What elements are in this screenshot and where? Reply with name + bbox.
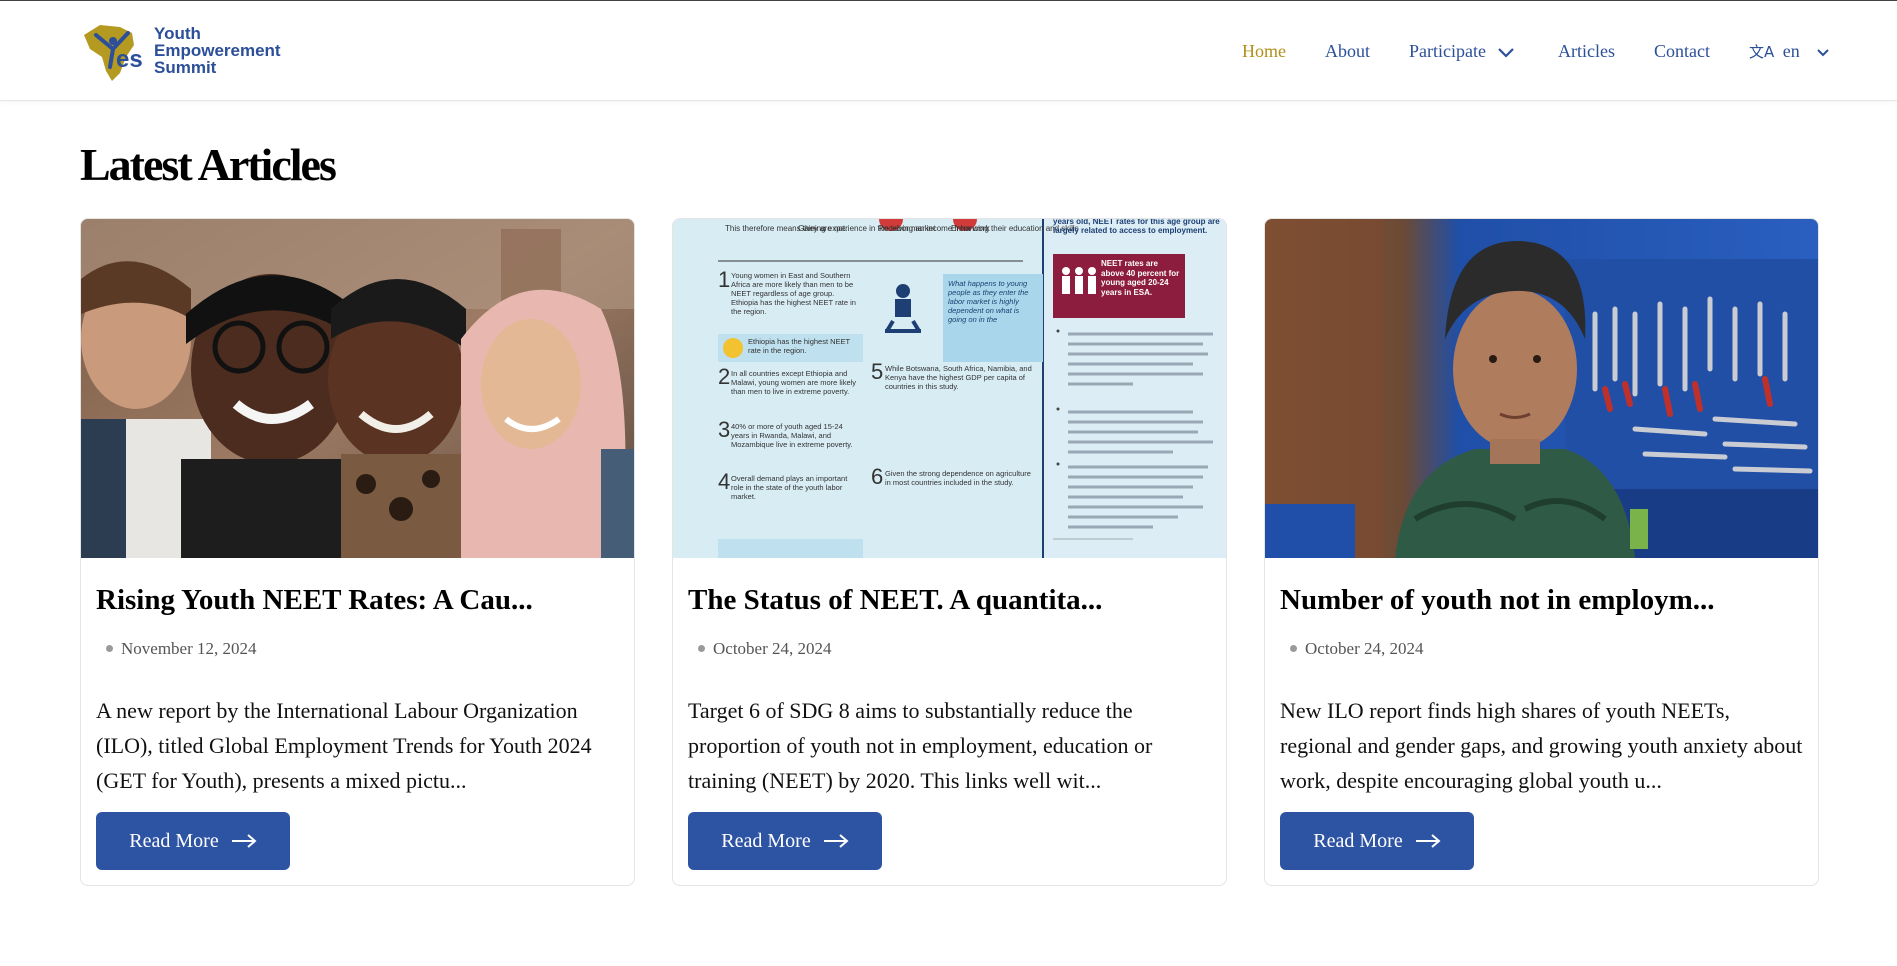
nav-home[interactable]: Home <box>1242 41 1286 62</box>
article-date: October 24, 2024 <box>1290 639 1424 659</box>
date-bullet-icon <box>106 644 113 652</box>
arrow-right-icon <box>823 834 849 848</box>
logo-wordmark: Youth Empowerement Summit <box>154 25 281 76</box>
site-logo[interactable]: es Youth Empowerement Summit <box>80 21 290 83</box>
article-card: This therefore means they are not: Gaini… <box>672 218 1227 886</box>
article-excerpt: Target 6 of SDG 8 aims to substantially … <box>688 698 1153 793</box>
article-card: Rising Youth NEET Rates: A Cau... Novemb… <box>80 218 635 886</box>
svg-text:4: 4 <box>718 469 730 494</box>
nav-about[interactable]: About <box>1325 41 1370 62</box>
language-value: en <box>1782 41 1800 61</box>
read-more-label: Read More <box>1313 829 1403 852</box>
read-more-label: Read More <box>129 829 219 852</box>
svg-text:es: es <box>116 46 143 73</box>
infographic-point-2: In all countries except Ethiopia and Mal… <box>731 369 857 396</box>
article-date: November 12, 2024 <box>106 639 257 659</box>
neet-infographic-image: This therefore means they are not: Gaini… <box>673 219 1226 558</box>
logo-line-1: Youth <box>154 24 201 43</box>
infographic-point-6: Given the strong dependence on agricultu… <box>885 469 1031 487</box>
infographic-point-1: Young women in East and Southern Africa … <box>731 271 856 316</box>
svg-text:5: 5 <box>871 359 883 384</box>
article-excerpt: A new report by the International Labour… <box>96 698 592 793</box>
read-more-button[interactable]: Read More <box>1280 812 1474 870</box>
yes-logo-icon: es <box>84 25 143 81</box>
page-title: Latest Articles <box>80 139 337 190</box>
article-image[interactable] <box>81 219 634 558</box>
infographic-point-5: While Botswana, South Africa, Namibia, a… <box>885 364 1032 391</box>
nav-participate[interactable]: Participate <box>1409 41 1516 62</box>
article-date: October 24, 2024 <box>698 639 832 659</box>
chevron-down-icon <box>1817 49 1829 57</box>
svg-text:6: 6 <box>871 464 883 489</box>
infographic-quote: What happens to young people as they ent… <box>948 279 1029 324</box>
svg-text:1: 1 <box>718 267 730 292</box>
article-title[interactable]: Number of youth not in employm... <box>1280 584 1810 617</box>
arrow-right-icon <box>1415 834 1441 848</box>
article-title[interactable]: Rising Youth NEET Rates: A Cau... <box>96 584 626 617</box>
nav-contact[interactable]: Contact <box>1654 41 1710 62</box>
infographic-point-4: Overall demand plays an important role i… <box>731 474 848 501</box>
site-header: es Youth Empowerement Summit Home About … <box>0 1 1897 101</box>
svg-text:2: 2 <box>718 364 730 389</box>
read-more-button[interactable]: Read More <box>688 812 882 870</box>
date-bullet-icon <box>698 644 705 652</box>
read-more-label: Read More <box>721 829 811 852</box>
nav-articles[interactable]: Articles <box>1558 41 1615 62</box>
read-more-button[interactable]: Read More <box>96 812 290 870</box>
date-bullet-icon <box>1290 644 1297 652</box>
infographic-point-3: 40% or more of youth aged 15-24 years in… <box>731 422 853 449</box>
arrow-right-icon <box>231 834 257 848</box>
logo-line-2: Empowerement <box>154 41 281 60</box>
chevron-down-icon <box>1498 48 1515 58</box>
infographic-right-heading: years old, NEET rates for this age group… <box>1053 219 1220 235</box>
article-date-text: October 24, 2024 <box>1305 639 1424 658</box>
language-selector[interactable]: 文A en <box>1749 41 1830 62</box>
article-card: Number of youth not in employm... Octobe… <box>1264 218 1819 886</box>
article-excerpt: New ILO report finds high shares of yout… <box>1280 698 1803 793</box>
article-title[interactable]: The Status of NEET. A quantita... <box>688 584 1218 617</box>
infographic-callout: Ethiopia has the highest NEET rate in th… <box>748 337 851 355</box>
article-image[interactable] <box>1265 219 1818 558</box>
nav-participate-label: Participate <box>1409 41 1486 61</box>
mechanic-photo-image <box>1265 219 1818 558</box>
article-image[interactable]: This therefore means they are not: Gaini… <box>673 219 1226 558</box>
group-photo-image <box>81 219 634 558</box>
logo-line-3: Summit <box>154 58 217 77</box>
svg-text:3: 3 <box>718 417 730 442</box>
article-date-text: November 12, 2024 <box>121 639 257 658</box>
translate-icon: 文A <box>1749 43 1775 61</box>
article-date-text: October 24, 2024 <box>713 639 832 658</box>
infographic-badge: NEET rates are above 40 percent for youn… <box>1101 259 1180 297</box>
